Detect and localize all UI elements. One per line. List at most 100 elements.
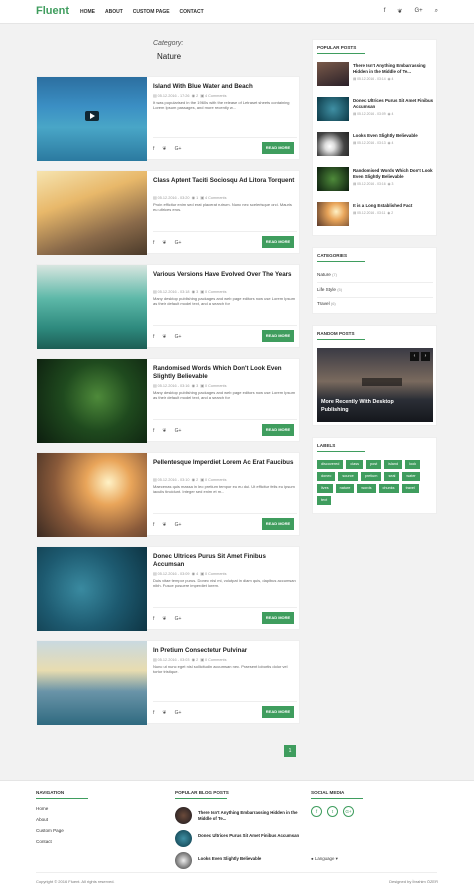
- nav-custom-page[interactable]: CUSTOM PAGE: [133, 9, 170, 15]
- twitter-icon[interactable]: ❦: [162, 428, 166, 434]
- popular-post-item[interactable]: There Isn't Anything Embarrassing Hidden…: [317, 62, 435, 86]
- post-card: Island With Blue Water and Beach ▤ 05.12…: [36, 76, 300, 161]
- language-selector[interactable]: ● Language ▾: [311, 856, 338, 862]
- post-meta: ▤ 05.12.2016 - 03:20 ◉ 1 ▣ 4 Comments: [153, 195, 227, 200]
- post-thumbnail[interactable]: [37, 453, 147, 537]
- popular-post-item[interactable]: Randomised Words Which Don't Look Even S…: [317, 167, 435, 191]
- post-thumbnail[interactable]: [37, 359, 147, 443]
- search-icon[interactable]: ⌕: [435, 8, 438, 15]
- post-title[interactable]: Randomised Words Which Don't Look Even S…: [153, 365, 297, 381]
- twitter-icon[interactable]: ❦: [162, 522, 166, 528]
- label-tag[interactable]: seal: [384, 472, 400, 481]
- popular-post-item[interactable]: Donec Ultrices Purus Sit Amet Finibus Ac…: [317, 97, 435, 121]
- label-tag[interactable]: pretium: [360, 472, 382, 481]
- twitter-icon[interactable]: ❦: [162, 334, 166, 340]
- read-more-button[interactable]: READ MORE: [262, 236, 294, 248]
- slider-next-icon[interactable]: ›: [421, 352, 430, 361]
- label-tag[interactable]: donec: [317, 472, 336, 481]
- footer-popular-post[interactable]: Donec Ultrices Purus Sit Amet Finibus Ac…: [175, 830, 305, 848]
- google-plus-icon[interactable]: G+: [175, 522, 182, 528]
- label-tag[interactable]: words: [357, 484, 376, 493]
- read-more-button[interactable]: READ MORE: [262, 518, 294, 530]
- google-plus-icon[interactable]: G+: [175, 428, 182, 434]
- facebook-icon[interactable]: f: [153, 710, 154, 716]
- post-title[interactable]: Pellentesque Imperdiet Lorem Ac Erat Fau…: [153, 459, 297, 467]
- footer-link-contact[interactable]: Contact: [36, 839, 52, 844]
- twitter-icon[interactable]: t: [327, 806, 338, 817]
- read-more-button[interactable]: READ MORE: [262, 142, 294, 154]
- nav-contact[interactable]: CONTACT: [180, 9, 204, 15]
- label-tag[interactable]: source: [338, 472, 358, 481]
- category-item-travel[interactable]: Travel (6): [317, 301, 336, 306]
- label-tag[interactable]: class: [346, 460, 364, 469]
- twitter-icon[interactable]: ❦: [397, 8, 402, 15]
- popular-post-item[interactable]: Looks Even Slightly Believable ▤ 05.12.2…: [317, 132, 435, 156]
- label-tag[interactable]: post: [366, 460, 382, 469]
- google-plus-icon[interactable]: G+: [414, 8, 422, 15]
- read-more-button[interactable]: READ MORE: [262, 330, 294, 342]
- label-tag[interactable]: look: [405, 460, 421, 469]
- facebook-icon[interactable]: f: [153, 240, 154, 246]
- label-tag[interactable]: text: [317, 496, 332, 505]
- google-plus-icon[interactable]: G+: [175, 616, 182, 622]
- footer-post-thumb: [175, 830, 192, 847]
- facebook-icon[interactable]: f: [384, 8, 386, 15]
- label-tag[interactable]: discovered: [317, 460, 344, 469]
- facebook-icon[interactable]: f: [153, 334, 154, 340]
- footer-popular-post[interactable]: There Isn't Anything Embarrassing Hidden…: [175, 807, 305, 825]
- facebook-icon[interactable]: f: [153, 428, 154, 434]
- play-icon[interactable]: [85, 111, 99, 121]
- category-item-life-style[interactable]: Life Style (5): [317, 287, 342, 292]
- post-thumbnail[interactable]: [37, 171, 147, 255]
- facebook-icon[interactable]: f: [153, 616, 154, 622]
- facebook-icon[interactable]: f: [311, 806, 322, 817]
- category-item-nature[interactable]: Nature (7): [317, 272, 337, 277]
- post-title[interactable]: Class Aptent Taciti Sociosqu Ad Litora T…: [153, 177, 297, 185]
- facebook-icon[interactable]: f: [153, 522, 154, 528]
- footer-link-custom-page[interactable]: Custom Page: [36, 828, 64, 833]
- label-tag[interactable]: water: [402, 472, 420, 481]
- post-thumbnail[interactable]: [37, 265, 147, 349]
- label-tag[interactable]: island: [384, 460, 403, 469]
- footer-link-about[interactable]: About: [36, 817, 48, 822]
- post-thumbnail[interactable]: [37, 77, 147, 161]
- google-plus-icon[interactable]: G+: [175, 710, 182, 716]
- nav-about[interactable]: ABOUT: [105, 9, 123, 15]
- post-comments: 4 Comments: [204, 196, 227, 200]
- random-post-slide[interactable]: ‹ › More Recently With Desktop Publishin…: [317, 348, 433, 422]
- post-meta: ▤ 05.12.2016 - 03:16 ◉ 3 ▣ 0 Comments: [153, 383, 227, 388]
- facebook-icon[interactable]: f: [153, 146, 154, 152]
- google-plus-icon[interactable]: G+: [175, 334, 182, 340]
- footer-popular-post[interactable]: Looks Even Slightly Believable: [175, 852, 305, 870]
- post-date: 05.12.2016 - 03:16: [157, 384, 190, 388]
- post-title[interactable]: Island With Blue Water and Beach: [153, 83, 297, 91]
- read-more-button[interactable]: READ MORE: [262, 424, 294, 436]
- twitter-icon[interactable]: ❦: [162, 240, 166, 246]
- site-logo[interactable]: Fluent: [36, 5, 69, 17]
- twitter-icon[interactable]: ❦: [162, 146, 166, 152]
- label-tag[interactable]: travel: [401, 484, 419, 493]
- popular-post-item[interactable]: It is a Long Established Fact ▤ 05.12.20…: [317, 202, 435, 226]
- post-title[interactable]: In Pretium Consectetur Pulvinar: [153, 647, 297, 655]
- read-more-button[interactable]: READ MORE: [262, 706, 294, 718]
- google-plus-icon[interactable]: G+: [175, 240, 182, 246]
- label-tag[interactable]: nature: [335, 484, 355, 493]
- random-post-title[interactable]: More Recently With Desktop Publishing: [321, 398, 411, 414]
- twitter-icon[interactable]: ❦: [162, 710, 166, 716]
- label-cloud: discovered class post island look donec source…: [317, 460, 435, 505]
- label-tag[interactable]: chunks: [378, 484, 399, 493]
- footer-link-home[interactable]: Home: [36, 806, 48, 811]
- label-tag[interactable]: lives: [317, 484, 333, 493]
- post-title[interactable]: Various Versions Have Evolved Over The Y…: [153, 271, 297, 279]
- nav-home[interactable]: HOME: [80, 9, 95, 15]
- popular-post-title: Randomised Words Which Don't Look Even S…: [353, 168, 433, 179]
- slider-prev-icon[interactable]: ‹: [410, 352, 419, 361]
- pagination-page-1[interactable]: 1: [284, 745, 296, 757]
- twitter-icon[interactable]: ❦: [162, 616, 166, 622]
- post-thumbnail[interactable]: [37, 547, 147, 631]
- post-title[interactable]: Donec Ultrices Purus Sit Amet Finibus Ac…: [153, 553, 297, 569]
- post-thumbnail[interactable]: [37, 641, 147, 725]
- read-more-button[interactable]: READ MORE: [262, 612, 294, 624]
- google-plus-icon[interactable]: G+: [343, 806, 354, 817]
- google-plus-icon[interactable]: G+: [175, 146, 182, 152]
